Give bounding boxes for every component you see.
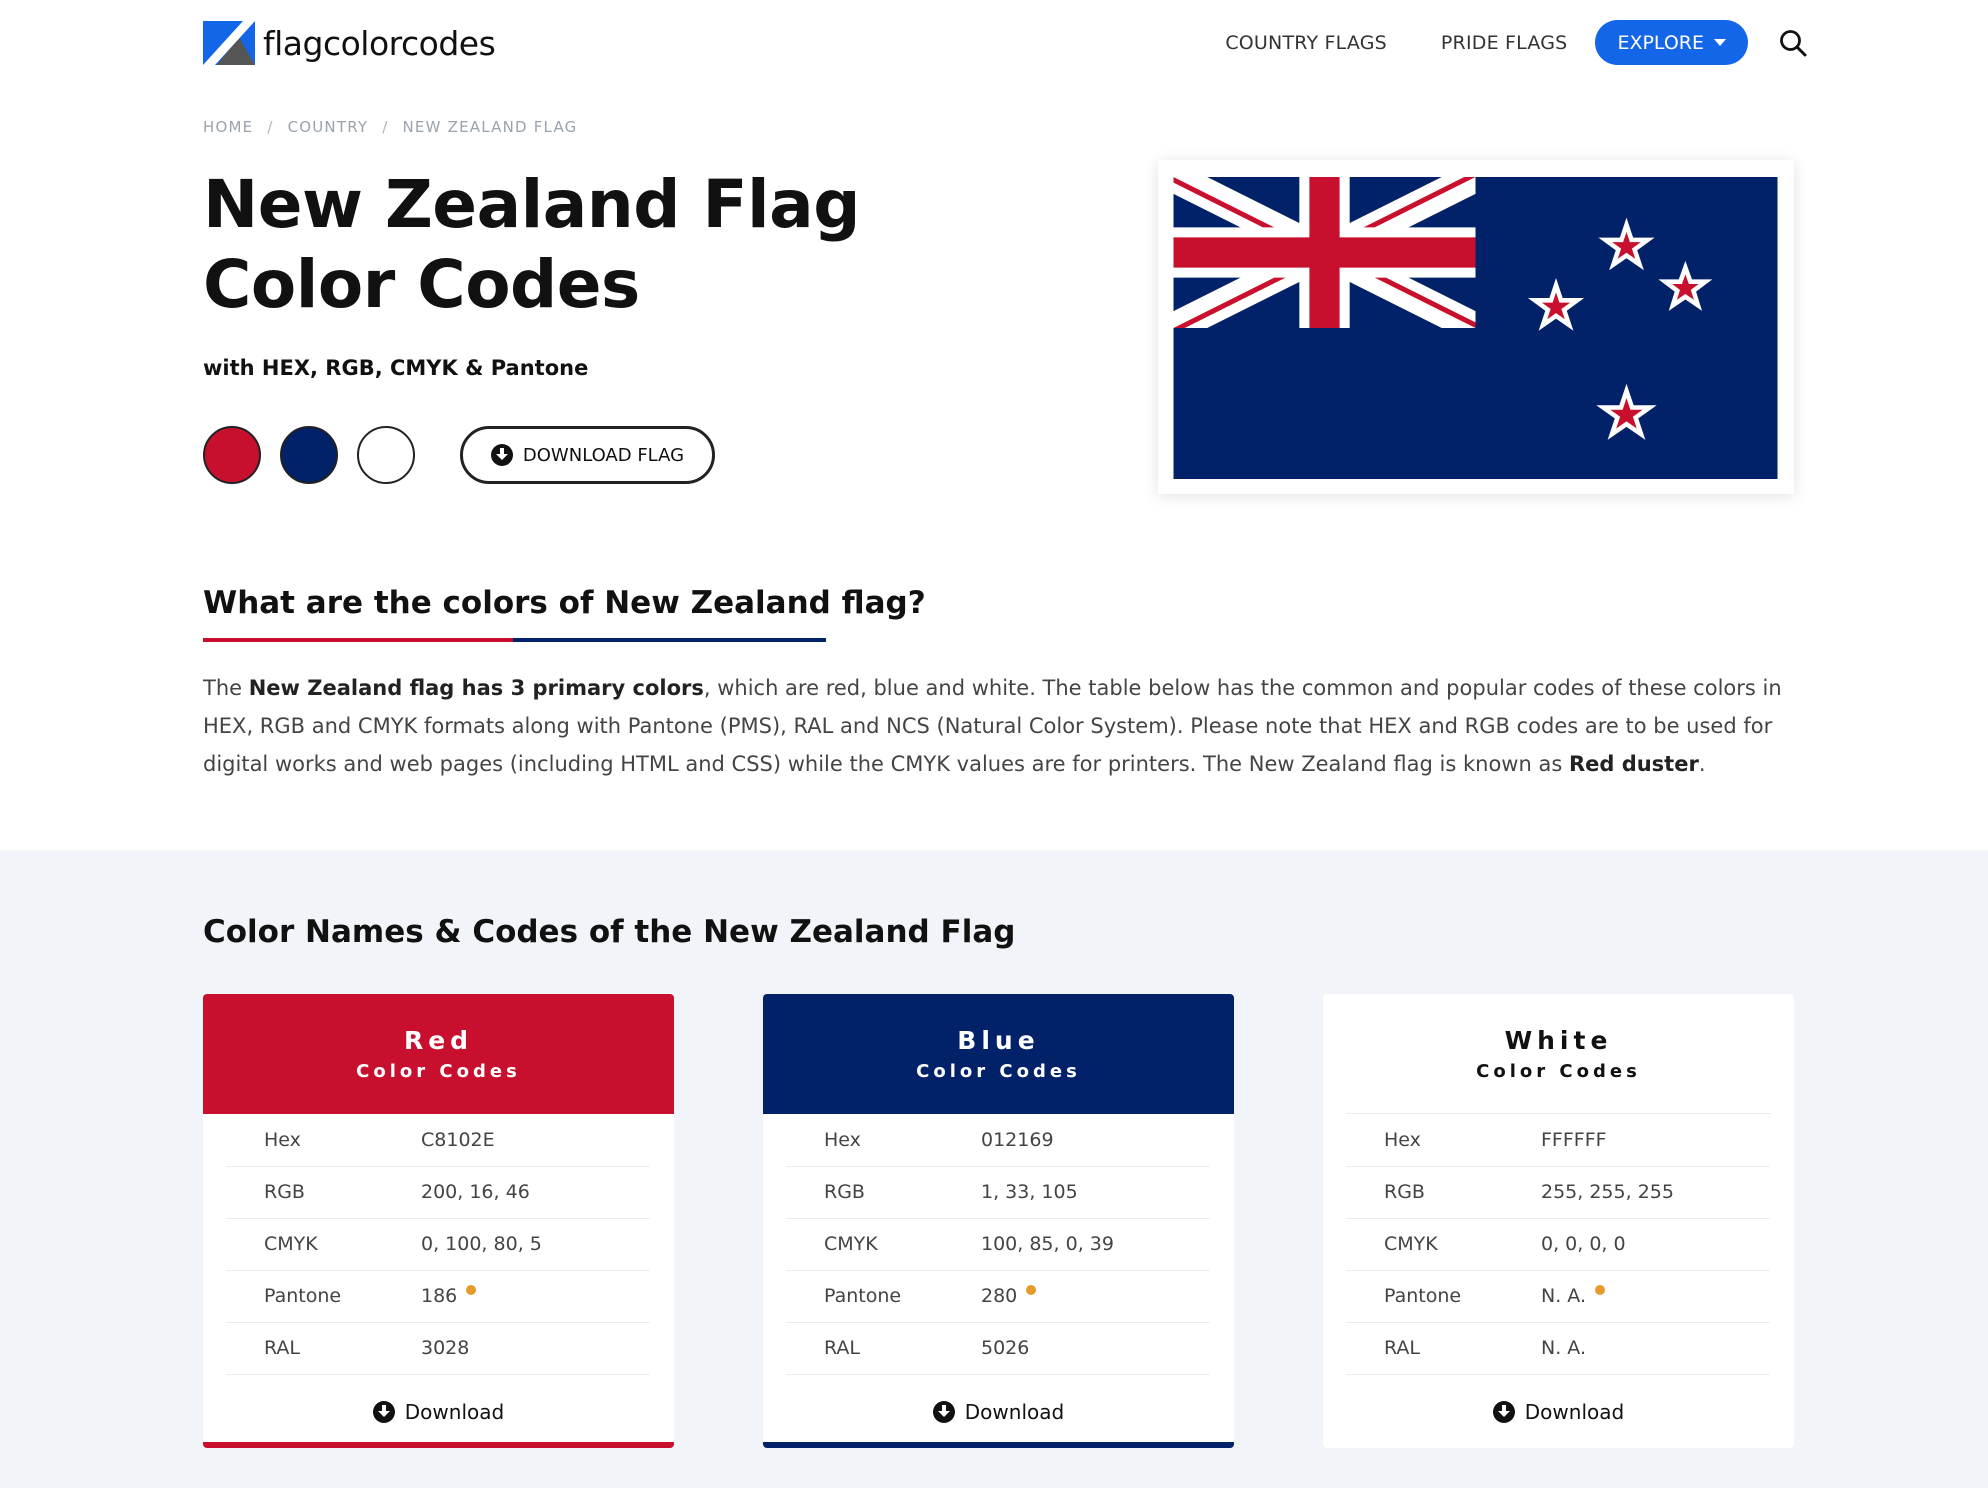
logo-text: flagcolorcodes xyxy=(263,23,496,63)
hex-value[interactable]: FFFFFF xyxy=(1541,1114,1770,1167)
table-row: Pantone N. A. xyxy=(1346,1270,1770,1323)
card-download-label: Download xyxy=(964,1400,1065,1424)
ral-value[interactable]: 5026 xyxy=(981,1322,1210,1375)
card-accent-bar xyxy=(763,1442,1234,1448)
download-icon xyxy=(372,1401,395,1423)
codes-table: Hex 012169 RGB 1, 33, 105 CMYK 100, 85, 0, … xyxy=(786,1114,1210,1375)
cmyk-value[interactable]: 0, 100, 80, 5 xyxy=(421,1218,650,1271)
pantone-value[interactable]: N. A. xyxy=(1541,1285,1586,1307)
download-icon xyxy=(932,1401,955,1423)
hex-value[interactable]: C8102E xyxy=(421,1114,650,1167)
codes-table: Hex FFFFFF RGB 255, 255, 255 CMYK 0, 0, 0, … xyxy=(1346,1114,1770,1375)
table-row: RAL 5026 xyxy=(786,1322,1210,1375)
pantone-value[interactable]: 186 xyxy=(421,1285,457,1307)
color-card-blue: Blue Color Codes Hex 012169 RGB 1, 33, 105… xyxy=(763,994,1234,1448)
rgb-value[interactable]: 1, 33, 105 xyxy=(981,1166,1210,1219)
cmyk-value[interactable]: 100, 85, 0, 39 xyxy=(981,1218,1210,1271)
explore-button[interactable]: EXPLORE xyxy=(1595,20,1748,65)
rgb-value[interactable]: 200, 16, 46 xyxy=(421,1166,650,1219)
color-card-red: Red Color Codes Hex C8102E RGB 200, 16, 46… xyxy=(203,994,674,1448)
table-row: Pantone 186 xyxy=(226,1270,650,1323)
table-row: RGB 1, 33, 105 xyxy=(786,1166,1210,1219)
swatch-blue[interactable] xyxy=(280,426,338,484)
logo[interactable]: flagcolorcodes xyxy=(203,21,496,65)
pantone-info-icon[interactable] xyxy=(1595,1285,1605,1295)
table-row: RAL N. A. xyxy=(1346,1322,1770,1375)
ral-value[interactable]: N. A. xyxy=(1541,1322,1770,1375)
color-card-white: White Color Codes Hex FFFFFF RGB 255, 255,… xyxy=(1323,994,1794,1448)
download-icon xyxy=(490,444,513,466)
card-download-button[interactable]: Download xyxy=(1323,1400,1794,1424)
download-flag-label: DOWNLOAD FLAG xyxy=(522,444,685,466)
colors-heading: What are the colors of New Zealand flag? xyxy=(203,585,926,621)
new-zealand-flag xyxy=(1173,177,1778,479)
card-header: White Color Codes xyxy=(1346,994,1771,1114)
explore-label: EXPLORE xyxy=(1617,31,1704,54)
table-row: Hex C8102E xyxy=(226,1114,650,1167)
table-row: Pantone 280 xyxy=(786,1270,1210,1323)
search-icon[interactable] xyxy=(1778,28,1808,58)
download-icon xyxy=(1492,1401,1515,1423)
table-row: RGB 255, 255, 255 xyxy=(1346,1166,1770,1219)
nav-pride-flags[interactable]: PRIDE FLAGS xyxy=(1441,32,1568,54)
nav-country-flags[interactable]: COUNTRY FLAGS xyxy=(1225,32,1387,54)
page-subtitle: with HEX, RGB, CMYK & Pantone xyxy=(203,356,589,380)
card-download-label: Download xyxy=(1524,1400,1625,1424)
logo-icon xyxy=(203,21,255,65)
swatch-white[interactable] xyxy=(357,426,415,484)
card-title: White xyxy=(1504,1025,1613,1055)
table-row: CMYK 0, 0, 0, 0 xyxy=(1346,1218,1770,1271)
card-accent-bar xyxy=(203,1442,674,1448)
codes-table: Hex C8102E RGB 200, 16, 46 CMYK 0, 100, 80,… xyxy=(226,1114,650,1375)
ral-value[interactable]: 3028 xyxy=(421,1322,650,1375)
pantone-info-icon[interactable] xyxy=(1026,1285,1037,1295)
site-header: flagcolorcodes COUNTRY FLAGS PRIDE FLAGS… xyxy=(0,0,1988,88)
table-row: RAL 3028 xyxy=(226,1322,650,1375)
table-row: RGB 200, 16, 46 xyxy=(226,1166,650,1219)
table-row: CMYK 0, 100, 80, 5 xyxy=(226,1218,650,1271)
table-row: CMYK 100, 85, 0, 39 xyxy=(786,1218,1210,1271)
card-header: Red Color Codes xyxy=(203,994,674,1114)
breadcrumb-country[interactable]: COUNTRY xyxy=(288,118,369,136)
main-nav: COUNTRY FLAGS PRIDE FLAGS EXPLORE xyxy=(1225,20,1808,65)
card-header: Blue Color Codes xyxy=(763,994,1234,1114)
card-subtitle: Color Codes xyxy=(1476,1060,1641,1082)
heading-underline xyxy=(203,638,826,642)
card-download-button[interactable]: Download xyxy=(763,1400,1234,1424)
flag-image-card xyxy=(1158,160,1794,494)
rgb-value[interactable]: 255, 255, 255 xyxy=(1541,1166,1770,1219)
breadcrumb: HOME / COUNTRY / NEW ZEALAND FLAG xyxy=(203,118,577,136)
table-row: Hex FFFFFF xyxy=(1346,1114,1770,1167)
card-download-button[interactable]: Download xyxy=(203,1400,674,1424)
breadcrumb-home[interactable]: HOME xyxy=(203,118,253,136)
card-title: Blue xyxy=(957,1026,1040,1055)
card-subtitle: Color Codes xyxy=(356,1061,521,1082)
colors-description: The New Zealand flag has 3 primary color… xyxy=(203,676,1782,776)
table-row: Hex 012169 xyxy=(786,1114,1210,1167)
card-title: Red xyxy=(403,1026,474,1055)
pantone-value[interactable]: 280 xyxy=(981,1285,1017,1307)
breadcrumb-current: NEW ZEALAND FLAG xyxy=(402,118,578,136)
pantone-info-icon[interactable] xyxy=(466,1285,477,1295)
swatch-red[interactable] xyxy=(203,426,261,484)
download-flag-button[interactable]: DOWNLOAD FLAG xyxy=(460,426,715,484)
breadcrumb-separator: / xyxy=(382,118,389,136)
breadcrumb-separator: / xyxy=(267,118,274,136)
caret-down-icon xyxy=(1714,39,1726,46)
page-title: New Zealand Flag Color Codes xyxy=(203,166,860,323)
card-subtitle: Color Codes xyxy=(916,1061,1081,1082)
cmyk-value[interactable]: 0, 0, 0, 0 xyxy=(1541,1218,1770,1271)
hex-value[interactable]: 012169 xyxy=(981,1114,1210,1167)
codes-heading: Color Names & Codes of the New Zealand F… xyxy=(203,914,1016,950)
color-swatches xyxy=(203,426,415,484)
card-download-label: Download xyxy=(404,1400,505,1424)
